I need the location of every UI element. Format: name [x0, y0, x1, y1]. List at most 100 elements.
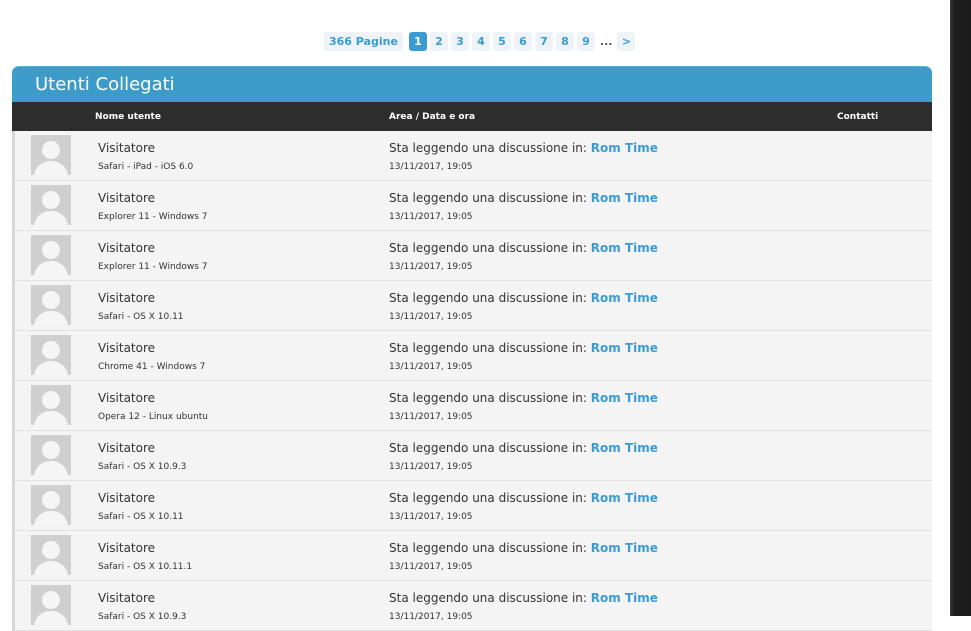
- pagination: 366 Pagine 1 2 3 4 5 6 7 8 9 ... >: [324, 31, 638, 51]
- thread-link[interactable]: Rom Time: [591, 191, 658, 205]
- activity-label: Sta leggendo una discussione in:: [389, 491, 587, 505]
- timestamp: 13/11/2017, 19:05: [389, 462, 473, 472]
- page-link[interactable]: 8: [555, 31, 574, 51]
- avatar[interactable]: [31, 235, 71, 275]
- user-agent: Chrome 41 - Windows 7: [98, 362, 206, 372]
- timestamp: 13/11/2017, 19:05: [389, 262, 473, 272]
- thread-link[interactable]: Rom Time: [591, 441, 658, 455]
- activity-label: Sta leggendo una discussione in:: [389, 541, 587, 555]
- avatar-head-shape: [42, 391, 60, 409]
- user-agent: Opera 12 - Linux ubuntu: [98, 412, 208, 422]
- activity-text: Sta leggendo una discussione in: Rom Tim…: [389, 341, 658, 355]
- list-item: Visitatore Chrome 41 - Windows 7 Sta legge…: [15, 331, 932, 381]
- activity-label: Sta leggendo una discussione in:: [389, 341, 587, 355]
- timestamp: 13/11/2017, 19:05: [389, 562, 473, 572]
- avatar-head-shape: [42, 341, 60, 359]
- user-agent: Safari - OS X 10.9.3: [98, 462, 187, 472]
- username: Visitatore: [98, 241, 156, 255]
- thread-link[interactable]: Rom Time: [591, 491, 658, 505]
- thread-link[interactable]: Rom Time: [591, 241, 658, 255]
- activity-label: Sta leggendo una discussione in:: [389, 391, 587, 405]
- next-page-link[interactable]: >: [617, 31, 636, 51]
- list-item: Visitatore Safari - OS X 10.11 Sta leggend…: [15, 281, 932, 331]
- page-link[interactable]: 5: [492, 31, 511, 51]
- avatar-body-shape: [34, 611, 68, 625]
- thread-link[interactable]: Rom Time: [591, 291, 658, 305]
- page-link[interactable]: 6: [513, 31, 532, 51]
- activity-text: Sta leggendo una discussione in: Rom Tim…: [389, 141, 658, 155]
- thread-link[interactable]: Rom Time: [591, 391, 658, 405]
- avatar-body-shape: [34, 361, 68, 375]
- user-agent: Safari - OS X 10.9.3: [98, 612, 187, 622]
- avatar-body-shape: [34, 261, 68, 275]
- activity-text: Sta leggendo una discussione in: Rom Tim…: [389, 191, 658, 205]
- avatar[interactable]: [31, 485, 71, 525]
- activity-label: Sta leggendo una discussione in:: [389, 291, 587, 305]
- activity-text: Sta leggendo una discussione in: Rom Tim…: [389, 541, 658, 555]
- column-header-bar: Nome utente Area / Data e ora Contatti: [12, 102, 932, 131]
- user-agent: Safari - OS X 10.11.1: [98, 562, 193, 572]
- thread-link[interactable]: Rom Time: [591, 541, 658, 555]
- avatar-body-shape: [34, 461, 68, 475]
- user-list: Visitatore Safari - iPad - iOS 6.0 Sta leg…: [12, 131, 932, 631]
- username: Visitatore: [98, 491, 156, 505]
- activity-label: Sta leggendo una discussione in:: [389, 591, 587, 605]
- page-link[interactable]: 2: [429, 31, 448, 51]
- page-link[interactable]: 3: [450, 31, 469, 51]
- timestamp: 13/11/2017, 19:05: [389, 162, 473, 172]
- user-agent: Explorer 11 - Windows 7: [98, 212, 208, 222]
- activity-text: Sta leggendo una discussione in: Rom Tim…: [389, 291, 658, 305]
- activity-text: Sta leggendo una discussione in: Rom Tim…: [389, 591, 658, 605]
- thread-link[interactable]: Rom Time: [591, 591, 658, 605]
- avatar[interactable]: [31, 585, 71, 625]
- avatar-body-shape: [34, 161, 68, 175]
- username: Visitatore: [98, 541, 156, 555]
- list-item: Visitatore Safari - OS X 10.9.3 Sta leggen…: [15, 431, 932, 481]
- page-link[interactable]: 9: [576, 31, 595, 51]
- user-agent: Explorer 11 - Windows 7: [98, 262, 208, 272]
- activity-text: Sta leggendo una discussione in: Rom Tim…: [389, 391, 658, 405]
- page-ellipsis: ...: [599, 34, 613, 48]
- page-link-current[interactable]: 1: [408, 31, 427, 51]
- list-item: Visitatore Safari - iPad - iOS 6.0 Sta leg…: [15, 131, 932, 181]
- activity-text: Sta leggendo una discussione in: Rom Tim…: [389, 491, 658, 505]
- avatar[interactable]: [31, 335, 71, 375]
- panel-title: Utenti Collegati: [12, 66, 932, 102]
- avatar-head-shape: [42, 191, 60, 209]
- avatar-head-shape: [42, 591, 60, 609]
- username: Visitatore: [98, 391, 156, 405]
- avatar-head-shape: [42, 541, 60, 559]
- column-user: Nome utente: [95, 112, 161, 122]
- username: Visitatore: [98, 591, 156, 605]
- avatar-body-shape: [34, 411, 68, 425]
- list-item: Visitatore Explorer 11 - Windows 7 Sta leg…: [15, 181, 932, 231]
- list-item: Visitatore Explorer 11 - Windows 7 Sta leg…: [15, 231, 932, 281]
- avatar[interactable]: [31, 385, 71, 425]
- username: Visitatore: [98, 141, 156, 155]
- avatar[interactable]: [31, 285, 71, 325]
- page-link[interactable]: 4: [471, 31, 490, 51]
- username: Visitatore: [98, 441, 156, 455]
- activity-label: Sta leggendo una discussione in:: [389, 441, 587, 455]
- avatar[interactable]: [31, 435, 71, 475]
- avatar-head-shape: [42, 491, 60, 509]
- page-count-label[interactable]: 366 Pagine: [324, 31, 403, 51]
- window-edge-shadow: [950, 0, 971, 616]
- online-users-panel: Utenti Collegati Nome utente Area / Data…: [12, 66, 932, 631]
- thread-link[interactable]: Rom Time: [591, 341, 658, 355]
- avatar[interactable]: [31, 185, 71, 225]
- user-agent: Safari - iPad - iOS 6.0: [98, 162, 194, 172]
- avatar[interactable]: [31, 135, 71, 175]
- timestamp: 13/11/2017, 19:05: [389, 412, 473, 422]
- username: Visitatore: [98, 291, 156, 305]
- username: Visitatore: [98, 191, 156, 205]
- list-item: Visitatore Safari - OS X 10.11 Sta leggend…: [15, 481, 932, 531]
- user-agent: Safari - OS X 10.11: [98, 512, 184, 522]
- timestamp: 13/11/2017, 19:05: [389, 512, 473, 522]
- thread-link[interactable]: Rom Time: [591, 141, 658, 155]
- avatar-body-shape: [34, 561, 68, 575]
- page-link[interactable]: 7: [534, 31, 553, 51]
- avatar[interactable]: [31, 535, 71, 575]
- activity-text: Sta leggendo una discussione in: Rom Tim…: [389, 441, 658, 455]
- avatar-head-shape: [42, 141, 60, 159]
